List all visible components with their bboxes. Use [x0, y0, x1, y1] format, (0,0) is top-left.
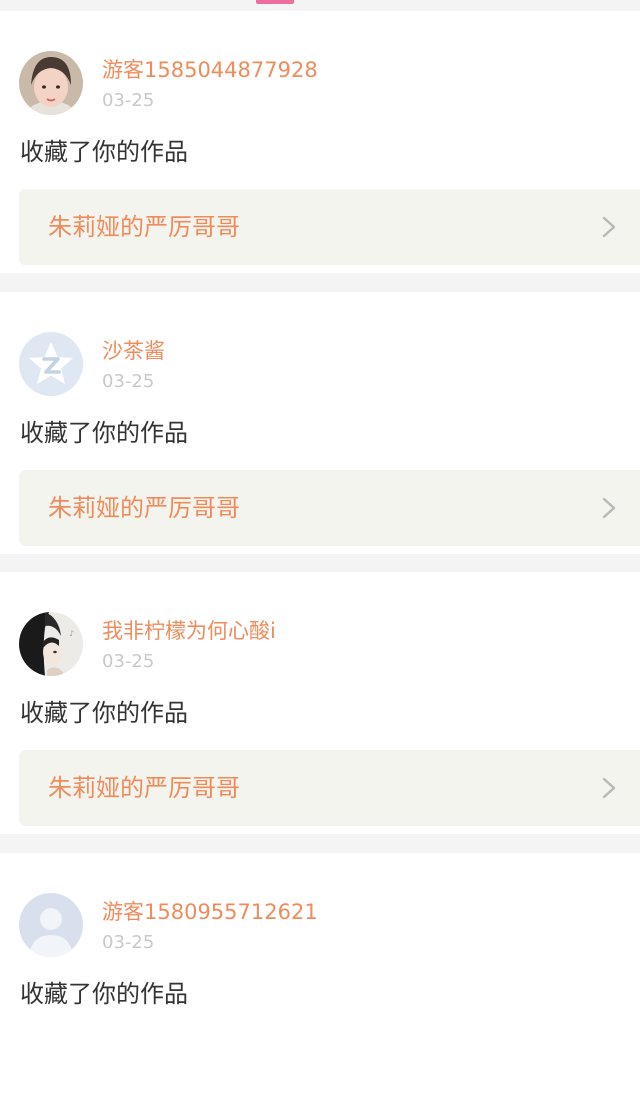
svg-text:♪: ♪	[69, 629, 74, 638]
timestamp: 03-25	[102, 371, 155, 392]
activity-text: 收藏了你的作品	[20, 699, 188, 727]
work-link-card[interactable]: 朱莉娅的严厉哥哥	[19, 470, 640, 546]
username[interactable]: 游客1585044877928	[102, 55, 318, 85]
tab-active-indicator	[256, 0, 294, 4]
username[interactable]: 沙茶酱	[102, 336, 165, 366]
chevron-right-icon	[602, 497, 616, 519]
username[interactable]: 我非柠檬为何心酸i	[102, 616, 276, 646]
timestamp: 03-25	[102, 90, 155, 111]
work-title: 朱莉娅的严厉哥哥	[48, 774, 240, 802]
chevron-right-icon	[602, 777, 616, 799]
chevron-right-icon	[602, 216, 616, 238]
work-title: 朱莉娅的严厉哥哥	[48, 494, 240, 522]
activity-text: 收藏了你的作品	[20, 138, 188, 166]
work-title: 朱莉娅的严厉哥哥	[48, 213, 240, 241]
activity-text: 收藏了你的作品	[20, 980, 188, 1008]
notification-card: 游客1580955712621 03-25 收藏了你的作品	[0, 853, 640, 1115]
default-person-avatar-icon[interactable]	[19, 893, 83, 957]
work-link-card[interactable]: 朱莉娅的严厉哥哥	[19, 189, 640, 265]
activity-text: 收藏了你的作品	[20, 419, 188, 447]
notification-card: 沙茶酱 03-25 收藏了你的作品 朱莉娅的严厉哥哥	[0, 292, 640, 554]
timestamp: 03-25	[102, 932, 155, 953]
timestamp: 03-25	[102, 651, 155, 672]
qq-logo-avatar-icon[interactable]	[19, 332, 83, 396]
notification-card: ♪ 我非柠檬为何心酸i 03-25 收藏了你的作品 朱莉娅的严厉哥哥	[0, 572, 640, 834]
dark-hair-photo-avatar-icon[interactable]: ♪	[19, 612, 83, 676]
username[interactable]: 游客1580955712621	[102, 897, 318, 927]
work-link-card[interactable]: 朱莉娅的严厉哥哥	[19, 750, 640, 826]
girl-photo-avatar-icon[interactable]	[19, 51, 83, 115]
notification-card: 游客1585044877928 03-25 收藏了你的作品 朱莉娅的严厉哥哥	[0, 11, 640, 273]
